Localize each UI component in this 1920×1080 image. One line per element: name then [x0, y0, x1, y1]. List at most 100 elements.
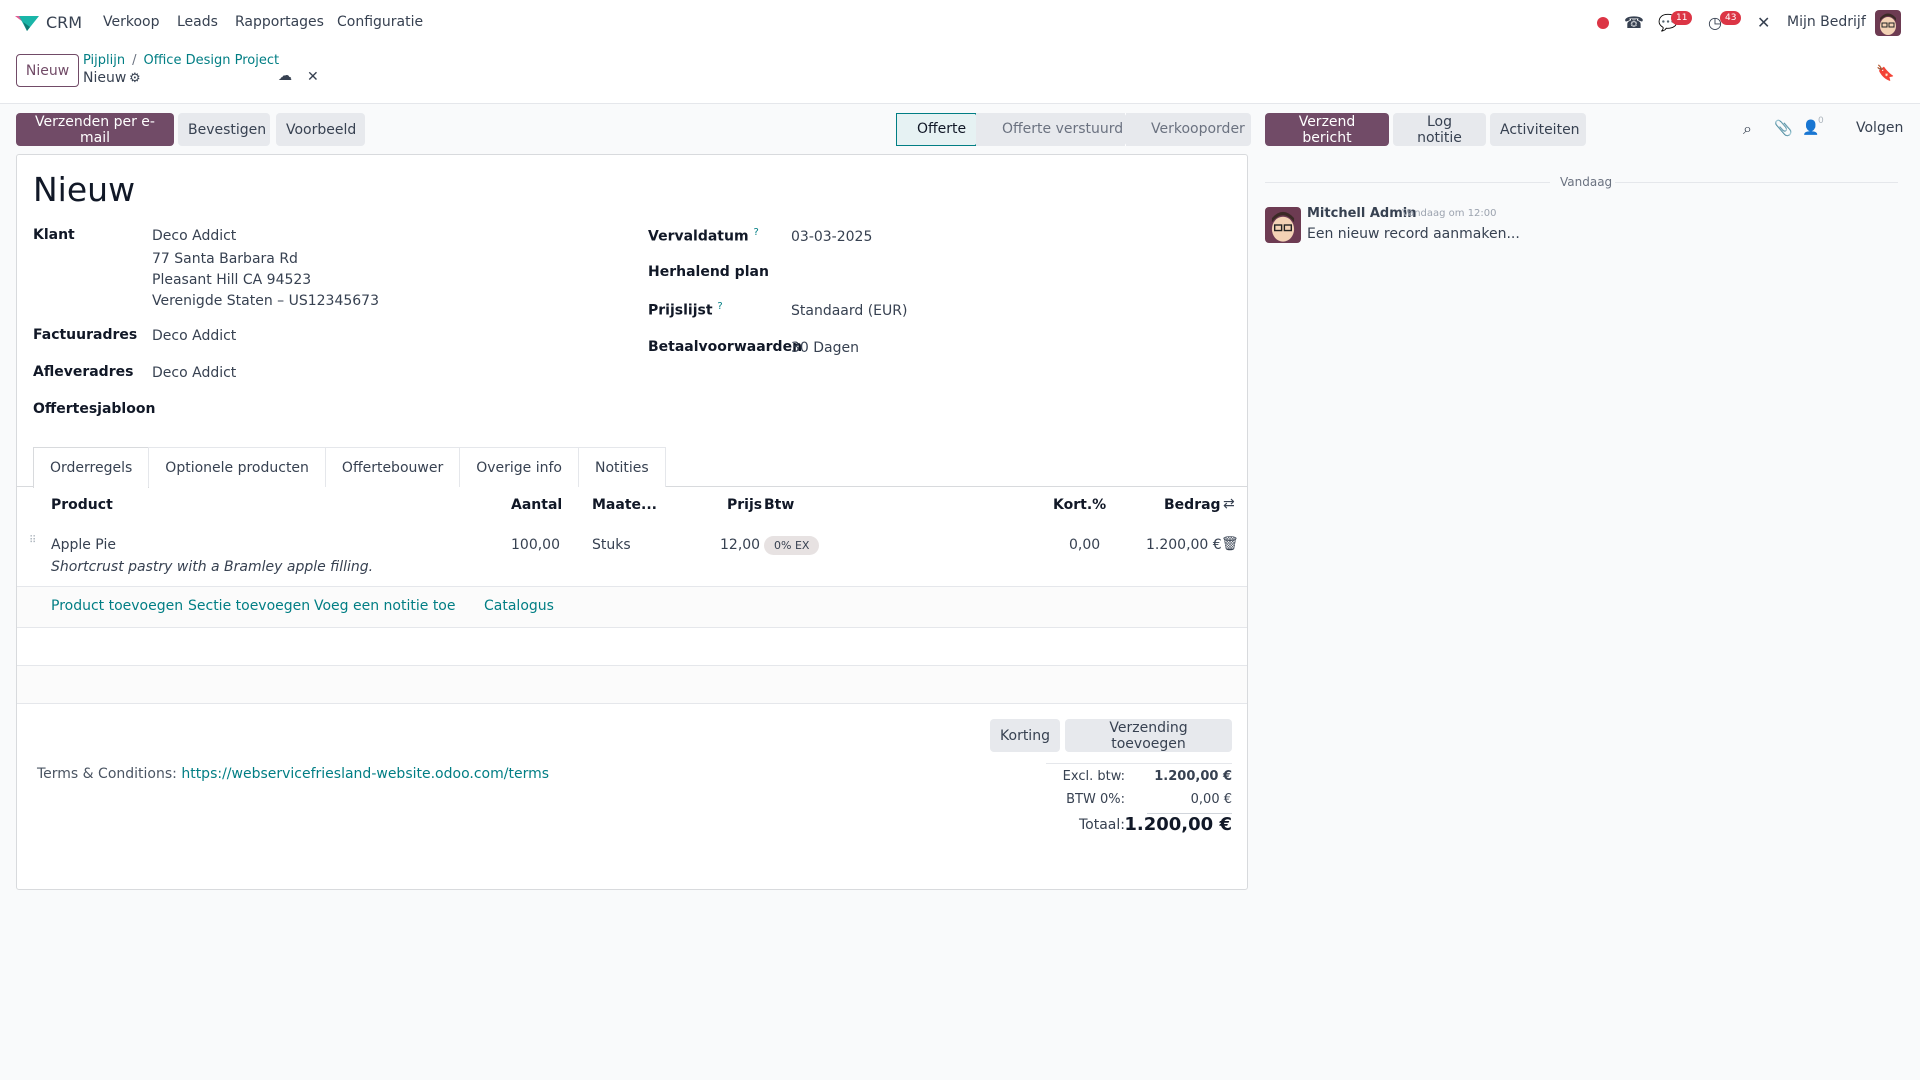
stage-offerte[interactable]: Offerte: [896, 113, 988, 146]
log-note-button[interactable]: Log notitie: [1393, 113, 1486, 146]
terms-label: Terms & Conditions:: [37, 766, 177, 782]
control-panel: Nieuw Pijplijn / Office Design Project Nie…: [0, 46, 1920, 104]
line-amount: 1.200,00 €: [1146, 537, 1222, 553]
column-uom[interactable]: Maate...: [592, 497, 657, 513]
catalog-link[interactable]: Catalogus: [484, 598, 554, 614]
column-product[interactable]: Product: [51, 497, 113, 513]
customer-address-line: Verenigde Staten – US12345673: [152, 293, 379, 309]
save-cloud-icon[interactable]: ☁: [278, 68, 292, 84]
help-tooltip-icon[interactable]: ?: [717, 301, 722, 312]
new-record-button[interactable]: Nieuw: [16, 54, 79, 87]
send-email-button[interactable]: Verzenden per e-mail: [16, 113, 174, 146]
menu-rapportages[interactable]: Rapportages: [235, 14, 324, 30]
bookmark-icon[interactable]: 🔖: [1876, 64, 1895, 82]
phone-icon[interactable]: ☎: [1624, 13, 1644, 32]
tab-orderregels[interactable]: Orderregels: [33, 447, 150, 488]
follow-button[interactable]: Volgen: [1856, 120, 1903, 136]
optional-columns-toggle-icon[interactable]: ⇄: [1223, 496, 1235, 512]
customer-label: Klant: [33, 227, 75, 243]
column-aantal[interactable]: Aantal: [511, 497, 562, 513]
tab-notities[interactable]: Notities: [577, 447, 666, 487]
column-bedrag[interactable]: Bedrag: [1164, 497, 1221, 513]
recurring-plan-label: Herhalend plan: [648, 264, 769, 280]
app-name[interactable]: CRM: [46, 13, 82, 32]
debug-tools-icon[interactable]: ✕: [1757, 13, 1770, 32]
line-quantity[interactable]: 100,00: [511, 537, 560, 553]
add-note-link[interactable]: Voeg een notitie toe: [314, 598, 455, 614]
discount-button[interactable]: Korting: [990, 719, 1060, 752]
activities-badge: 43: [1720, 11, 1742, 25]
drag-handle-icon[interactable]: ⠿: [29, 536, 37, 552]
preview-button[interactable]: Voorbeeld: [276, 113, 365, 146]
line-description[interactable]: Shortcrust pastry with a Bramley apple f…: [51, 559, 373, 575]
breadcrumb-separator: /: [132, 53, 137, 68]
total-value: 1.200,00 €: [1124, 814, 1232, 835]
menu-leads[interactable]: Leads: [177, 14, 218, 30]
recording-status-icon[interactable]: [1597, 17, 1609, 29]
invoice-address-label: Factuuradres: [33, 327, 138, 343]
messages-badge: 11: [1671, 11, 1693, 25]
invoice-address-field[interactable]: Deco Addict: [152, 328, 236, 344]
form-sheet: Nieuw Klant Deco Addict 77 Santa Barbara…: [16, 154, 1248, 890]
crm-app-logo-icon[interactable]: [14, 13, 40, 33]
company-switcher[interactable]: Mijn Bedrijf: [1787, 14, 1866, 30]
column-korting[interactable]: Kort.%: [1053, 497, 1106, 513]
menu-verkoop[interactable]: Verkoop: [103, 14, 160, 30]
paperclip-attachment-icon[interactable]: 📎: [1774, 119, 1793, 137]
pricelist-label: Prijslijst ?: [648, 301, 723, 319]
total-label: Totaal:: [1079, 817, 1125, 833]
notebook-tabs: Orderregels Optionele producten Offerteb…: [33, 447, 666, 488]
followers-icon[interactable]: 👤: [1802, 120, 1819, 136]
user-avatar[interactable]: [1875, 10, 1901, 36]
tab-offertebouwer[interactable]: Offertebouwer: [324, 447, 461, 487]
add-product-link[interactable]: Product toevoegen: [51, 598, 183, 614]
tax-value: 0,00 €: [1190, 792, 1232, 807]
add-shipping-button[interactable]: Verzending toevoegen: [1065, 719, 1232, 752]
customer-address-line: 77 Santa Barbara Rd: [152, 251, 298, 267]
line-price[interactable]: 12,00: [720, 537, 760, 553]
payment-terms-field[interactable]: 30 Dagen: [791, 340, 859, 356]
breadcrumb-pijplijn[interactable]: Pijplijn: [83, 53, 125, 68]
delete-line-trash-icon[interactable]: 🗑: [1221, 536, 1239, 552]
record-title: Nieuw: [33, 170, 136, 209]
line-tax-badge[interactable]: 0% EX: [764, 536, 820, 555]
expiry-date-field[interactable]: 03-03-2025: [791, 229, 872, 245]
column-prijs[interactable]: Prijs: [727, 497, 762, 513]
message-author-avatar[interactable]: [1265, 207, 1301, 243]
gear-icon[interactable]: ⚙: [129, 71, 141, 86]
tab-optionele-producten[interactable]: Optionele producten: [148, 447, 326, 487]
quotation-template-field[interactable]: [152, 402, 452, 420]
send-message-button[interactable]: Verzend bericht: [1265, 113, 1389, 146]
menu-configuratie[interactable]: Configuratie: [337, 14, 423, 30]
stage-offerte-verstuurd[interactable]: Offerte verstuurd: [976, 113, 1138, 146]
delivery-address-field[interactable]: Deco Addict: [152, 365, 236, 381]
stage-verkooporder[interactable]: Verkooporder: [1126, 113, 1251, 146]
top-navbar: CRM Verkoop Leads Rapportages Configurat…: [0, 0, 1920, 46]
delivery-address-label: Afleveradres: [33, 364, 134, 380]
user-avatar-face-icon: [1880, 13, 1896, 35]
terms-conditions: Terms & Conditions: https://webservicefr…: [37, 766, 549, 782]
day-separator-label: Vandaag: [1560, 175, 1613, 189]
line-uom[interactable]: Stuks: [592, 537, 631, 553]
message-body: Een nieuw record aanmaken...: [1307, 226, 1520, 242]
terms-link[interactable]: https://webservicefriesland-website.odoo…: [181, 766, 549, 782]
row-divider: [17, 627, 1247, 628]
message-time: Vandaag om 12:00: [1402, 208, 1497, 219]
line-product[interactable]: Apple Pie: [51, 537, 116, 553]
line-discount[interactable]: 0,00: [1069, 537, 1100, 553]
help-tooltip-icon[interactable]: ?: [753, 227, 758, 238]
add-section-link[interactable]: Sectie toevoegen: [188, 598, 310, 614]
tab-overige-info[interactable]: Overige info: [459, 447, 579, 487]
message-author[interactable]: Mitchell Admin: [1307, 206, 1416, 221]
day-separator-line: [1615, 182, 1898, 183]
discard-close-icon[interactable]: ✕: [307, 69, 319, 85]
breadcrumb-office-design-project[interactable]: Office Design Project: [144, 53, 280, 68]
confirm-button[interactable]: Bevestigen: [178, 113, 270, 146]
recurring-plan-field[interactable]: [791, 265, 1091, 283]
stage-label: Offerte: [917, 121, 967, 137]
column-btw[interactable]: Btw: [764, 497, 794, 513]
pricelist-field[interactable]: Standaard (EUR): [791, 303, 907, 319]
search-icon[interactable]: ⌕: [1743, 119, 1752, 139]
customer-field[interactable]: Deco Addict: [152, 228, 236, 244]
activities-button[interactable]: Activiteiten: [1490, 113, 1586, 146]
